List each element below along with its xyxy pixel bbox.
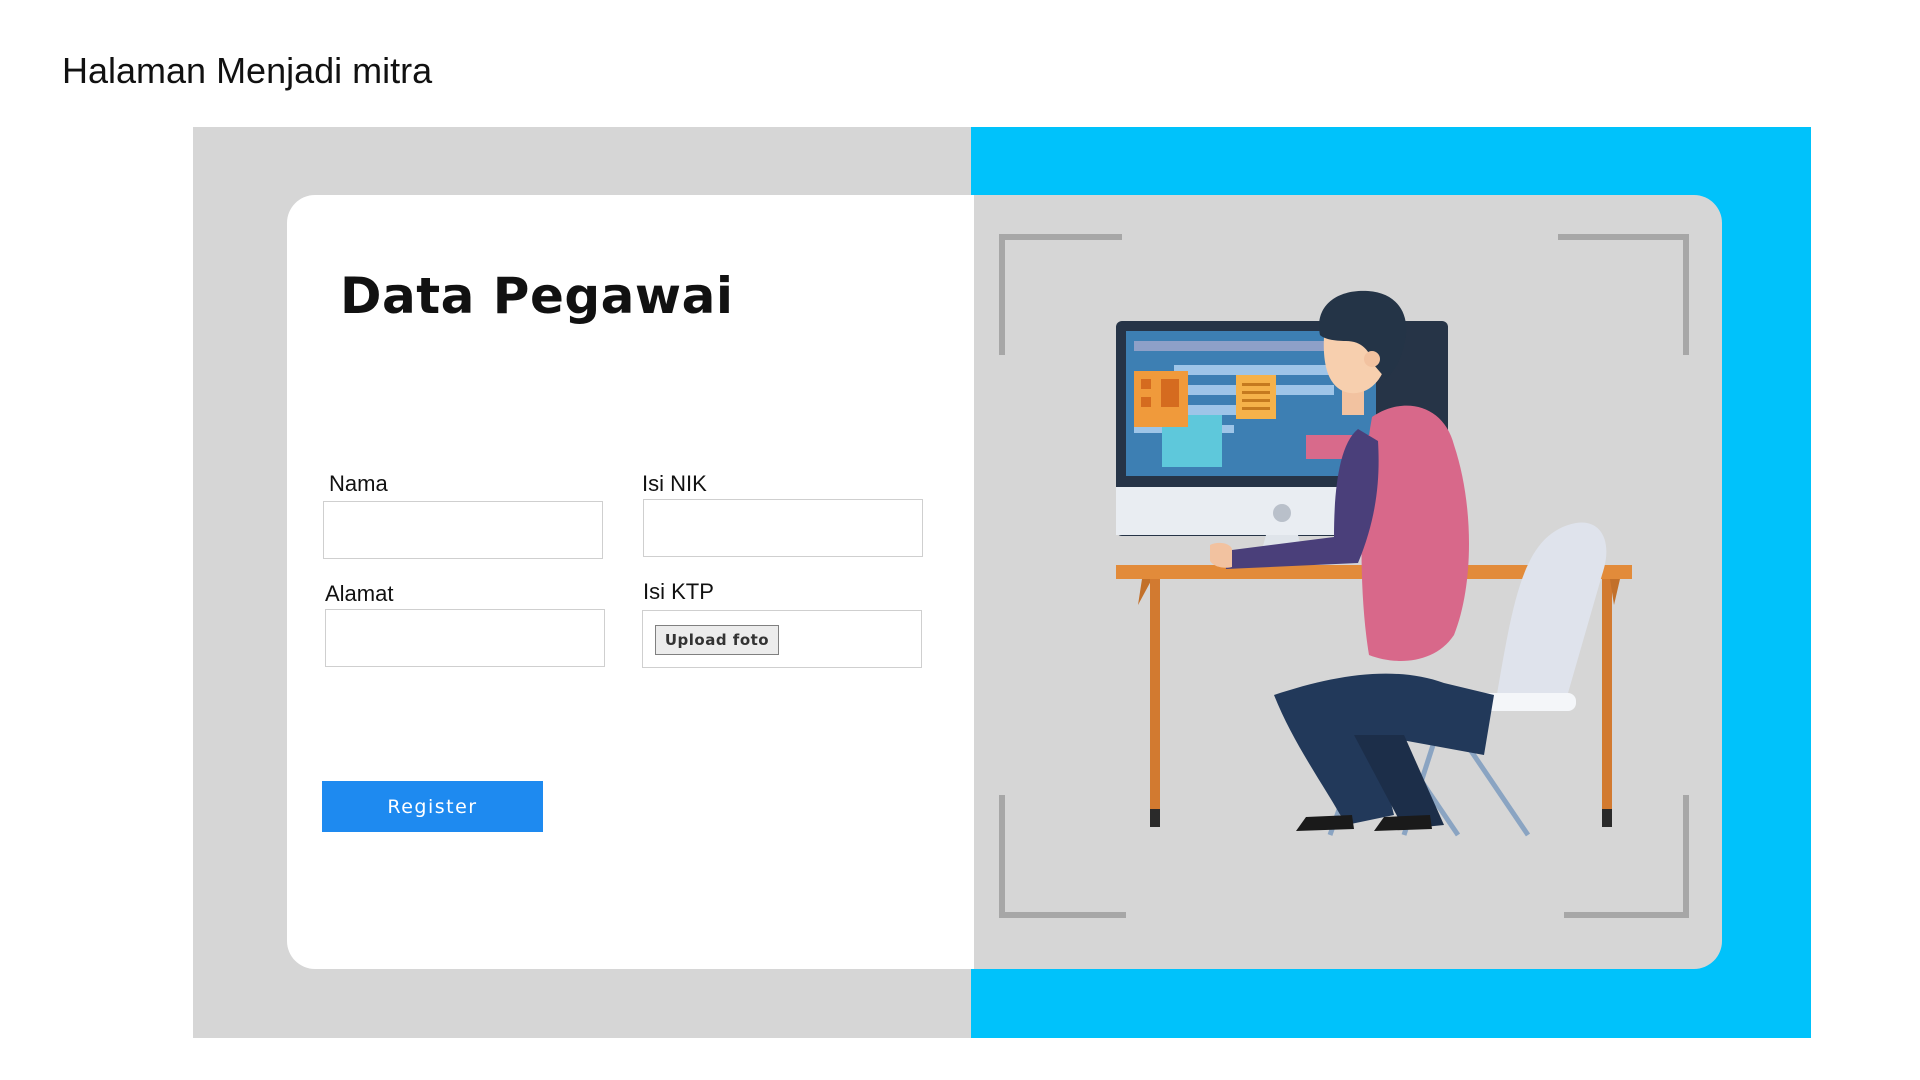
nik-input[interactable] [644, 500, 922, 556]
page-heading: Halaman Menjadi mitra [62, 50, 433, 91]
upload-foto-button[interactable]: Upload foto [655, 625, 779, 655]
nama-label: Nama [329, 471, 388, 496]
nik-label: Isi NIK [642, 471, 707, 496]
register-button[interactable]: Register [322, 781, 543, 832]
nama-field [323, 501, 603, 559]
registration-frame: Data Pegawai Nama Isi NIK Alamat Isi KTP… [193, 127, 1811, 1038]
person-at-computer-illustration [999, 234, 1689, 918]
ktp-field: Upload foto [642, 610, 922, 668]
ktp-label: Isi KTP [643, 579, 714, 604]
nik-field [643, 499, 923, 557]
alamat-field [325, 609, 605, 667]
form-title: Data Pegawai [340, 267, 734, 325]
alamat-input[interactable] [326, 610, 604, 666]
nama-input[interactable] [324, 502, 602, 558]
alamat-label: Alamat [325, 581, 394, 606]
